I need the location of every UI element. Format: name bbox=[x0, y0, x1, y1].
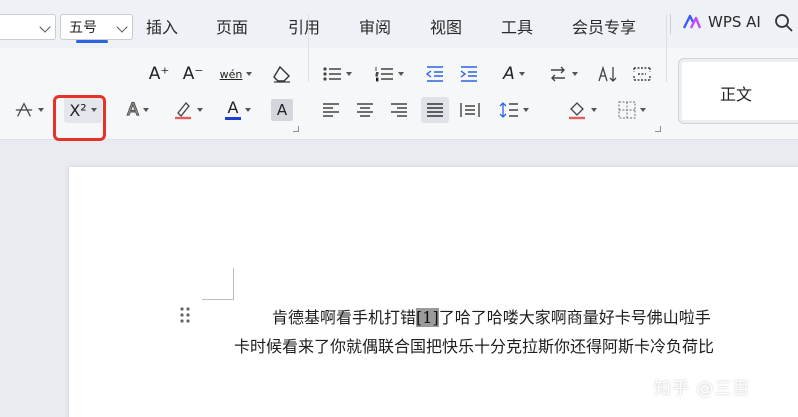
show-marks-button[interactable] bbox=[630, 63, 654, 85]
wps-ai-label: WPS AI bbox=[708, 13, 761, 31]
swap-arrows-icon bbox=[551, 66, 565, 82]
caret-down-icon bbox=[398, 72, 404, 76]
numbered-list-icon bbox=[375, 67, 393, 82]
caret-down-icon bbox=[245, 108, 251, 112]
align-left-button[interactable] bbox=[320, 99, 342, 121]
caret-down-icon bbox=[523, 108, 529, 112]
indent-icon bbox=[460, 66, 477, 82]
distribute-icon bbox=[460, 103, 480, 117]
tab-tools[interactable]: 工具 bbox=[501, 14, 533, 38]
text-direction-icon: A bbox=[503, 64, 515, 84]
margin-corner-mark bbox=[233, 268, 234, 299]
line-spacing-button[interactable] bbox=[496, 99, 532, 121]
wps-ai-button[interactable]: WPS AI bbox=[682, 13, 761, 31]
sort-az-icon bbox=[598, 65, 617, 82]
reference-marker[interactable]: [1] bbox=[416, 308, 439, 327]
tab-review[interactable]: 审阅 bbox=[359, 14, 391, 38]
search-icon bbox=[775, 14, 793, 32]
line-spacing-icon bbox=[499, 102, 518, 118]
caret-down-icon bbox=[346, 72, 352, 76]
margin-corner-mark bbox=[202, 299, 234, 300]
grow-font-icon: A⁺ bbox=[148, 64, 170, 84]
justify-button[interactable] bbox=[421, 97, 449, 123]
text-effect-icon: A bbox=[127, 99, 140, 120]
grow-font-button[interactable]: A⁺ bbox=[148, 63, 170, 85]
caret-down-icon bbox=[572, 72, 578, 76]
distributed-align-button[interactable] bbox=[458, 99, 482, 121]
character-shading-button[interactable]: A bbox=[271, 99, 293, 121]
font-dialog-launcher-icon[interactable] bbox=[293, 126, 299, 132]
caret-down-icon bbox=[591, 108, 597, 112]
strikethrough-icon bbox=[15, 102, 33, 117]
caret-down-icon bbox=[38, 108, 44, 112]
paragraph-shading-button[interactable] bbox=[564, 99, 600, 121]
numbering-button[interactable] bbox=[372, 63, 406, 85]
document-paragraph-line-2[interactable]: 卡时候看来了你就偶联合国把快乐十分克拉斯你还得阿斯卡冷负荷比 bbox=[234, 333, 714, 357]
superscript-highlight-frame bbox=[53, 95, 106, 141]
chevron-down-icon bbox=[116, 21, 128, 33]
paragraph-drag-handle-icon[interactable] bbox=[179, 306, 191, 324]
group-separator bbox=[666, 14, 667, 82]
eraser-icon bbox=[273, 65, 290, 83]
shrink-font-button[interactable]: A⁻ bbox=[182, 63, 204, 85]
align-center-icon bbox=[357, 103, 373, 117]
chevron-down-icon bbox=[39, 21, 51, 33]
border-grid-icon bbox=[618, 101, 636, 119]
align-right-icon bbox=[391, 103, 407, 117]
tab-page[interactable]: 页面 bbox=[216, 14, 248, 38]
shrink-font-icon: A⁻ bbox=[182, 64, 204, 84]
font-size-select[interactable]: 五号 bbox=[60, 14, 133, 40]
paragraph-text: 肯德基啊看手机打错 bbox=[272, 308, 417, 327]
paragraph-text: 卡时候看来了你就偶联合国把快乐十分克拉斯你还得阿斯卡冷负荷比 bbox=[234, 337, 715, 356]
highlight-color-button[interactable] bbox=[170, 98, 206, 122]
paragraph-text: 了哈了哈喽大家啊商量好卡号佛山啦手 bbox=[438, 308, 711, 327]
paragraph-dialog-launcher-icon[interactable] bbox=[655, 126, 661, 132]
highlighter-pen-icon bbox=[175, 102, 191, 120]
increase-indent-button[interactable] bbox=[458, 63, 480, 85]
tab-separator bbox=[670, 14, 671, 34]
outdent-icon bbox=[425, 66, 443, 82]
decrease-indent-button[interactable] bbox=[424, 63, 446, 85]
tab-insert[interactable]: 插入 bbox=[146, 14, 178, 38]
clear-format-button[interactable] bbox=[270, 63, 294, 85]
font-color-glyph: A bbox=[227, 98, 239, 117]
caret-down-icon bbox=[197, 108, 203, 112]
document-paragraph-line-1[interactable]: 肯德基啊看手机打错[1]了哈了哈喽大家啊商量好卡号佛山啦手 bbox=[272, 304, 711, 328]
caret-down-icon bbox=[246, 72, 253, 76]
align-left-icon bbox=[323, 103, 339, 117]
watermark-text: 知乎 @三百 bbox=[654, 379, 751, 399]
align-center-button[interactable] bbox=[354, 99, 376, 121]
font-size-value: 五号 bbox=[69, 20, 97, 36]
text-effect-button[interactable]: A bbox=[120, 98, 156, 122]
caret-down-icon bbox=[518, 72, 525, 76]
caret-down-icon bbox=[640, 108, 646, 112]
search-button[interactable] bbox=[774, 13, 796, 35]
bullet-list-icon bbox=[323, 67, 341, 81]
align-right-button[interactable] bbox=[388, 99, 410, 121]
font-color-swatch bbox=[225, 117, 241, 120]
font-color-button[interactable]: A bbox=[220, 98, 256, 122]
paint-bucket-icon bbox=[569, 102, 585, 120]
style-normal-label: 正文 bbox=[720, 85, 753, 104]
chinese-layout-button[interactable] bbox=[546, 63, 580, 85]
borders-button[interactable] bbox=[614, 99, 650, 121]
tab-view[interactable]: 视图 bbox=[430, 14, 462, 38]
font-name-select[interactable] bbox=[0, 14, 56, 40]
wps-ai-logo-icon bbox=[682, 14, 702, 29]
bullets-button[interactable] bbox=[322, 63, 352, 85]
font-color-icon: A bbox=[225, 100, 241, 120]
active-tab-indicator bbox=[76, 40, 108, 43]
strikethrough-button[interactable] bbox=[14, 99, 44, 121]
caret-down-icon bbox=[142, 108, 149, 112]
character-shading-icon: A bbox=[276, 101, 288, 119]
tab-member[interactable]: 会员专享 bbox=[572, 14, 636, 38]
table-grid-icon bbox=[633, 67, 651, 81]
phonetic-guide-button[interactable]: wén bbox=[216, 62, 256, 86]
group-separator bbox=[308, 14, 309, 82]
text-direction-button[interactable]: A bbox=[496, 62, 532, 86]
align-justify-icon bbox=[427, 103, 443, 117]
sort-button[interactable] bbox=[596, 63, 620, 85]
phonetic-guide-icon: wén bbox=[219, 67, 243, 81]
tab-references[interactable]: 引用 bbox=[288, 14, 320, 38]
